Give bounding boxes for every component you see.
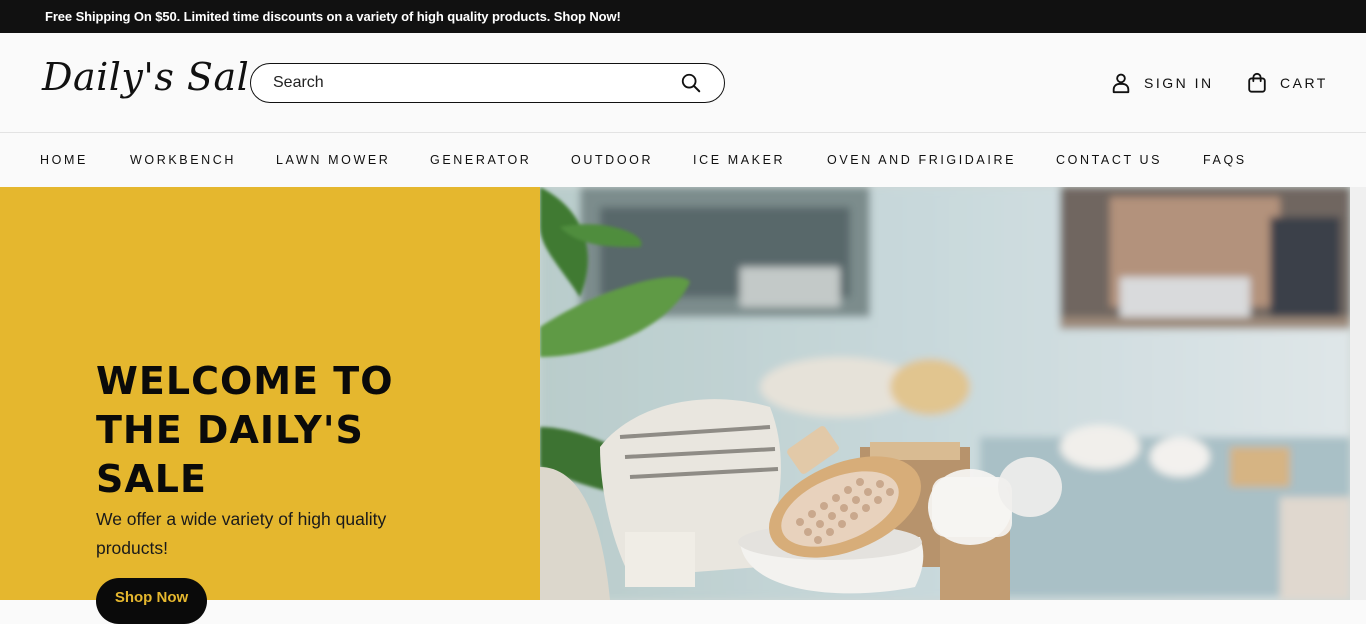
- sign-in-link[interactable]: SIGN IN: [1110, 69, 1214, 97]
- shop-now-button[interactable]: Shop Now: [96, 578, 207, 624]
- main-nav: HOME WORKBENCH LAWN MOWER GENERATOR OUTD…: [0, 134, 1366, 187]
- page-scrollbar[interactable]: [1350, 187, 1366, 600]
- hero-photo-illustration: [540, 187, 1350, 600]
- search-bar: [250, 63, 725, 103]
- nav-item-faqs[interactable]: FAQS: [1203, 153, 1247, 167]
- hero-title: WELCOME TO THE DAILY'S SALE: [96, 359, 394, 501]
- nav-item-ice-maker[interactable]: ICE MAKER: [693, 153, 785, 167]
- cart-link[interactable]: CART: [1246, 69, 1328, 97]
- nav-item-generator[interactable]: GENERATOR: [430, 153, 531, 167]
- site-header: Daily's Sale SIGN IN CART: [0, 33, 1366, 133]
- nav-item-workbench[interactable]: WORKBENCH: [130, 153, 236, 167]
- hero-panel: WELCOME TO THE DAILY'S SALE We offer a w…: [0, 187, 540, 624]
- search-input[interactable]: [273, 73, 663, 93]
- announcement-text[interactable]: Free Shipping On $50. Limited time disco…: [45, 9, 621, 24]
- shopping-bag-icon: [1248, 72, 1266, 93]
- hero-image: [540, 187, 1350, 600]
- user-icon: [1112, 73, 1130, 94]
- hero-subtitle: We offer a wide variety of high quality …: [96, 509, 387, 558]
- sign-in-label: SIGN IN: [1144, 75, 1214, 91]
- nav-item-contact-us[interactable]: CONTACT US: [1056, 153, 1162, 167]
- nav-item-home[interactable]: HOME: [40, 153, 88, 167]
- cart-label: CART: [1280, 75, 1328, 91]
- announcement-bar[interactable]: Free Shipping On $50. Limited time disco…: [0, 0, 1366, 33]
- nav-item-oven-and-frigidaire[interactable]: OVEN AND FRIGIDAIRE: [827, 153, 1016, 167]
- search-icon[interactable]: [680, 72, 702, 94]
- site-logo[interactable]: Daily's Sale: [42, 55, 272, 99]
- nav-item-lawn-mower[interactable]: LAWN MOWER: [276, 153, 390, 167]
- nav-item-outdoor[interactable]: OUTDOOR: [571, 153, 653, 167]
